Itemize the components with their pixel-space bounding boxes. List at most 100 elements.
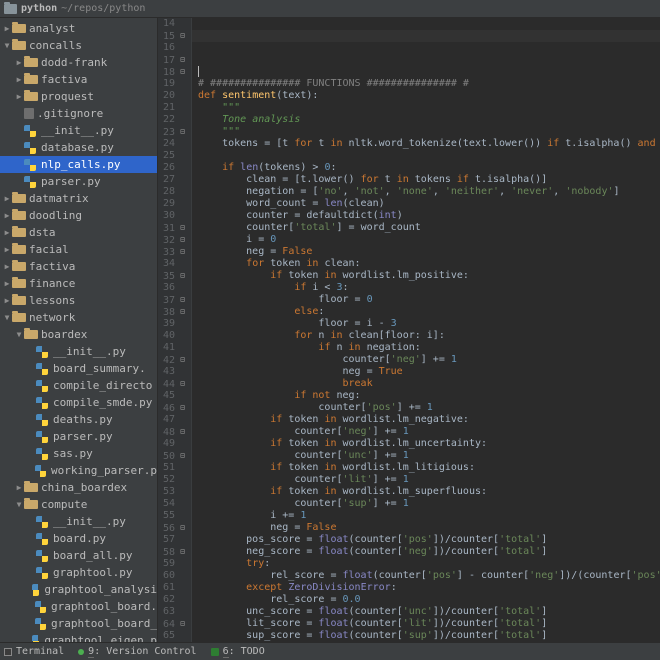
fold-icon[interactable]: ⊟ (177, 426, 185, 438)
code-line[interactable]: tokens = [t for t in nltk.word_tokenize(… (198, 138, 660, 150)
tree-item[interactable]: board_summary. (0, 360, 157, 377)
code-line[interactable]: counter = defaultdict(int) (198, 210, 660, 222)
tree-item[interactable]: china_boardex (0, 479, 157, 496)
code-line[interactable]: if token in wordlist.lm_superfluous: (198, 486, 660, 498)
tree-item[interactable]: graphtool.py (0, 564, 157, 581)
code-line[interactable]: unc_score = float(counter['unc'])/counte… (198, 606, 660, 618)
code-line[interactable]: if token in wordlist.lm_negative: (198, 414, 660, 426)
tree-item[interactable]: graphtool_analysi (0, 581, 157, 598)
fold-icon[interactable]: ⊟ (177, 294, 185, 306)
fold-icon[interactable]: ⊟ (177, 126, 185, 138)
code-editor[interactable]: 1415⊟1617⊟18⊟1920212223⊟2425262728293031… (158, 18, 660, 642)
tree-item[interactable]: dodd-frank (0, 54, 157, 71)
chevron-down-icon[interactable] (2, 41, 12, 50)
chevron-right-icon[interactable] (2, 279, 12, 288)
tree-item[interactable]: compile_directo (0, 377, 157, 394)
tree-item[interactable]: nlp_calls.py (0, 156, 157, 173)
code-line[interactable]: floor = i - 3 (198, 318, 660, 330)
fold-icon[interactable]: ⊟ (177, 234, 185, 246)
fold-icon[interactable]: ⊟ (177, 618, 185, 630)
project-tree[interactable]: analystconcallsdodd-frankfactivaproquest… (0, 18, 158, 642)
tree-item[interactable]: concalls (0, 37, 157, 54)
chevron-right-icon[interactable] (14, 92, 24, 101)
tree-item[interactable]: datmatrix (0, 190, 157, 207)
tree-item[interactable]: compute (0, 496, 157, 513)
code-line[interactable]: def sentiment(text): (198, 90, 660, 102)
tree-item[interactable]: finance (0, 275, 157, 292)
code-line[interactable]: i += 1 (198, 510, 660, 522)
chevron-right-icon[interactable] (2, 228, 12, 237)
tree-item[interactable]: graphtool_board. (0, 598, 157, 615)
code-line[interactable]: try: (198, 558, 660, 570)
tree-item[interactable]: lessons (0, 292, 157, 309)
code-line[interactable]: counter['lit'] += 1 (198, 474, 660, 486)
tree-item[interactable]: database.py (0, 139, 157, 156)
tree-item[interactable]: graphtool_board_ (0, 615, 157, 632)
chevron-right-icon[interactable] (14, 483, 24, 492)
code-line[interactable]: for n in clean[floor: i]: (198, 330, 660, 342)
fold-icon[interactable]: ⊟ (177, 522, 185, 534)
code-line[interactable]: if token in wordlist.lm_litigious: (198, 462, 660, 474)
fold-icon[interactable]: ⊟ (177, 546, 185, 558)
code-line[interactable]: clean = [t.lower() for t in tokens if t.… (198, 174, 660, 186)
fold-icon[interactable]: ⊟ (177, 450, 185, 462)
code-line[interactable]: counter['neg'] += 1 (198, 426, 660, 438)
chevron-right-icon[interactable] (2, 262, 12, 271)
tree-item[interactable]: doodling (0, 207, 157, 224)
tree-item[interactable]: __init__.py (0, 513, 157, 530)
tree-item[interactable]: board.py (0, 530, 157, 547)
code-line[interactable]: # ############### FUNCTIONS ############… (198, 78, 660, 90)
code-line[interactable]: for token in clean: (198, 258, 660, 270)
code-line[interactable]: lit_score = float(counter['lit'])/counte… (198, 618, 660, 630)
tree-item[interactable]: parser.py (0, 428, 157, 445)
tree-item[interactable]: factiva (0, 71, 157, 88)
code-line[interactable]: counter['unc'] += 1 (198, 450, 660, 462)
tree-item[interactable]: factiva (0, 258, 157, 275)
tree-item[interactable]: compile_smde.py (0, 394, 157, 411)
code-line[interactable]: neg = False (198, 246, 660, 258)
chevron-down-icon[interactable] (2, 313, 12, 322)
code-line[interactable]: break (198, 378, 660, 390)
chevron-down-icon[interactable] (14, 500, 24, 509)
code-line[interactable]: else: (198, 306, 660, 318)
chevron-right-icon[interactable] (2, 211, 12, 220)
code-line[interactable]: if len(tokens) > 0: (198, 162, 660, 174)
code-line[interactable]: counter['total'] = word_count (198, 222, 660, 234)
code-line[interactable]: negation = ['no', 'not', 'none', 'neithe… (198, 186, 660, 198)
code-line[interactable]: if token in wordlist.lm_positive: (198, 270, 660, 282)
code-line[interactable]: if n in negation: (198, 342, 660, 354)
code-line[interactable]: counter['pos'] += 1 (198, 402, 660, 414)
code-line[interactable]: sup_score = float(counter['sup'])/counte… (198, 630, 660, 642)
code-line[interactable]: neg = True (198, 366, 660, 378)
chevron-right-icon[interactable] (2, 24, 12, 33)
chevron-right-icon[interactable] (14, 58, 24, 67)
tree-item[interactable]: boardex (0, 326, 157, 343)
todo-tool-button[interactable]: 6: TODO (211, 646, 265, 658)
code-line[interactable]: Tone analysis (198, 114, 660, 126)
code-line[interactable]: except ZeroDivisionError: (198, 582, 660, 594)
fold-icon[interactable]: ⊟ (177, 354, 185, 366)
tree-item[interactable]: proquest (0, 88, 157, 105)
fold-icon[interactable]: ⊟ (177, 54, 185, 66)
code-line[interactable]: i = 0 (198, 234, 660, 246)
tree-item[interactable]: working_parser.p (0, 462, 157, 479)
tree-item[interactable]: deaths.py (0, 411, 157, 428)
chevron-down-icon[interactable] (14, 330, 24, 339)
code-line[interactable]: counter['neg'] += 1 (198, 354, 660, 366)
fold-icon[interactable]: ⊟ (177, 402, 185, 414)
terminal-tool-button[interactable]: Terminal (4, 646, 64, 657)
fold-icon[interactable]: ⊟ (177, 66, 185, 78)
fold-icon[interactable]: ⊟ (177, 270, 185, 282)
fold-icon[interactable]: ⊟ (177, 222, 185, 234)
chevron-right-icon[interactable] (14, 75, 24, 84)
code-line[interactable] (198, 150, 660, 162)
tree-item[interactable]: __init__.py (0, 343, 157, 360)
tree-item[interactable]: dsta (0, 224, 157, 241)
code-line[interactable]: rel_score = float(counter['pos'] - count… (198, 570, 660, 582)
code-line[interactable]: """ (198, 126, 660, 138)
code-line[interactable] (198, 54, 660, 66)
fold-icon[interactable]: ⊟ (177, 378, 185, 390)
tree-item[interactable]: analyst (0, 20, 157, 37)
tree-item[interactable]: sas.py (0, 445, 157, 462)
code-line[interactable] (198, 66, 660, 78)
